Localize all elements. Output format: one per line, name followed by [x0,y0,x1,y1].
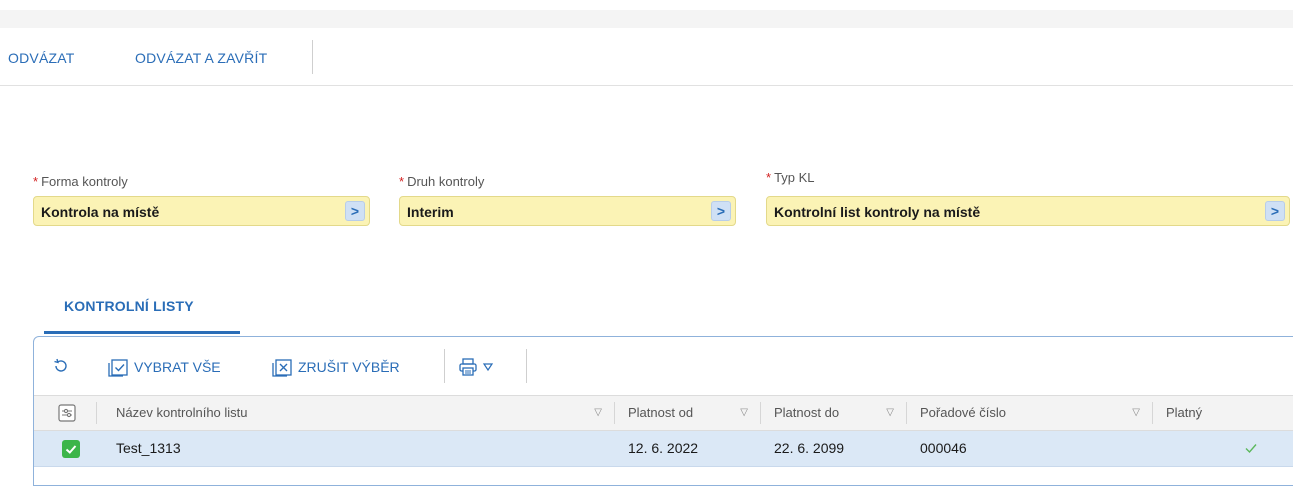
grid-toolbar-divider [444,349,445,383]
action-toolbar: ODVÁZAT ODVÁZAT A ZAVŘÍT [0,28,1293,86]
toolbar-divider [312,40,313,74]
cell-valid-to: 22. 6. 2099 [774,440,845,456]
sort-icon[interactable]: ▽ [886,396,894,430]
chevron-right-icon[interactable]: > [345,201,365,221]
typ-kl-field[interactable]: Kontrolní list kontroly na místě > [766,196,1290,226]
grid-toolbar: VYBRAT VŠE ZRUŠIT VÝBĚR [34,337,1293,393]
column-header-order-number[interactable]: Pořadové číslo ▽ [920,396,1150,430]
column-divider [906,402,907,424]
column-header-valid-from[interactable]: Platnost od ▽ [628,396,758,430]
column-divider [96,402,97,424]
deselect-label: ZRUŠIT VÝBĚR [298,359,400,375]
druh-value: Interim [407,204,454,220]
dropdown-arrow-icon [482,363,494,372]
unbind-and-close-button[interactable]: ODVÁZAT A ZAVŘÍT [135,50,267,66]
typ-value: Kontrolní list kontroly na místě [774,204,981,220]
column-settings-icon[interactable] [54,396,84,430]
grid-toolbar-divider [526,349,527,383]
sort-icon[interactable]: ▽ [594,396,602,430]
typ-label: * Typ KL [766,170,815,185]
forma-label: * Forma kontroly [33,174,128,189]
print-menu-button[interactable] [458,357,498,377]
deselect-icon [272,359,292,377]
column-label: Platnost do [774,405,840,420]
deselect-button[interactable]: ZRUŠIT VÝBĚR [272,357,400,377]
column-divider [760,402,761,424]
column-header-valid-to[interactable]: Platnost do ▽ [774,396,904,430]
column-header-valid[interactable]: Platný [1166,396,1286,430]
cell-order-number: 000046 [920,440,967,456]
cell-valid-from: 12. 6. 2022 [628,440,699,456]
sort-icon[interactable]: ▽ [1132,396,1140,430]
top-strip [0,10,1293,28]
column-label: Název kontrolního listu [116,405,248,420]
required-mark: * [33,174,39,189]
chevron-right-icon[interactable]: > [1265,201,1285,221]
column-divider [614,402,615,424]
select-all-button[interactable]: VYBRAT VŠE [108,357,221,377]
forma-kontroly-field[interactable]: Kontrola na místě > [33,196,370,226]
forma-label-text: Forma kontroly [41,174,128,189]
druh-label: * Druh kontroly [399,174,484,189]
refresh-icon[interactable] [52,357,74,375]
column-label: Platnost od [628,405,694,420]
chevron-right-icon[interactable]: > [711,201,731,221]
column-divider [1152,402,1153,424]
cell-name: Test_1313 [116,440,181,456]
check-icon [1244,431,1258,466]
table-row[interactable]: Test_1313 12. 6. 2022 22. 6. 2099 000046 [34,431,1293,467]
grid-panel: VYBRAT VŠE ZRUŠIT VÝBĚR Název kontrolníh… [33,336,1293,486]
druh-label-text: Druh kontroly [407,174,485,189]
column-label: Platný [1166,405,1203,420]
column-header-name[interactable]: Název kontrolního listu ▽ [116,396,612,430]
select-all-label: VYBRAT VŠE [134,359,221,375]
tab-label: KONTROLNÍ LISTY [64,298,194,314]
forma-value: Kontrola na místě [41,204,160,220]
required-mark: * [766,170,772,185]
table-header: Název kontrolního listu ▽ Platnost od ▽ … [34,395,1293,431]
select-all-icon [108,359,128,377]
row-checkbox[interactable] [62,440,80,458]
unbind-button[interactable]: ODVÁZAT [8,50,74,66]
tab-kontrolni-listy[interactable]: KONTROLNÍ LISTY [44,290,240,334]
print-icon [459,358,477,376]
druh-kontroly-field[interactable]: Interim > [399,196,736,226]
column-label: Pořadové číslo [920,405,1006,420]
required-mark: * [399,174,405,189]
typ-label-text: Typ KL [774,170,815,185]
sort-icon[interactable]: ▽ [740,396,748,430]
